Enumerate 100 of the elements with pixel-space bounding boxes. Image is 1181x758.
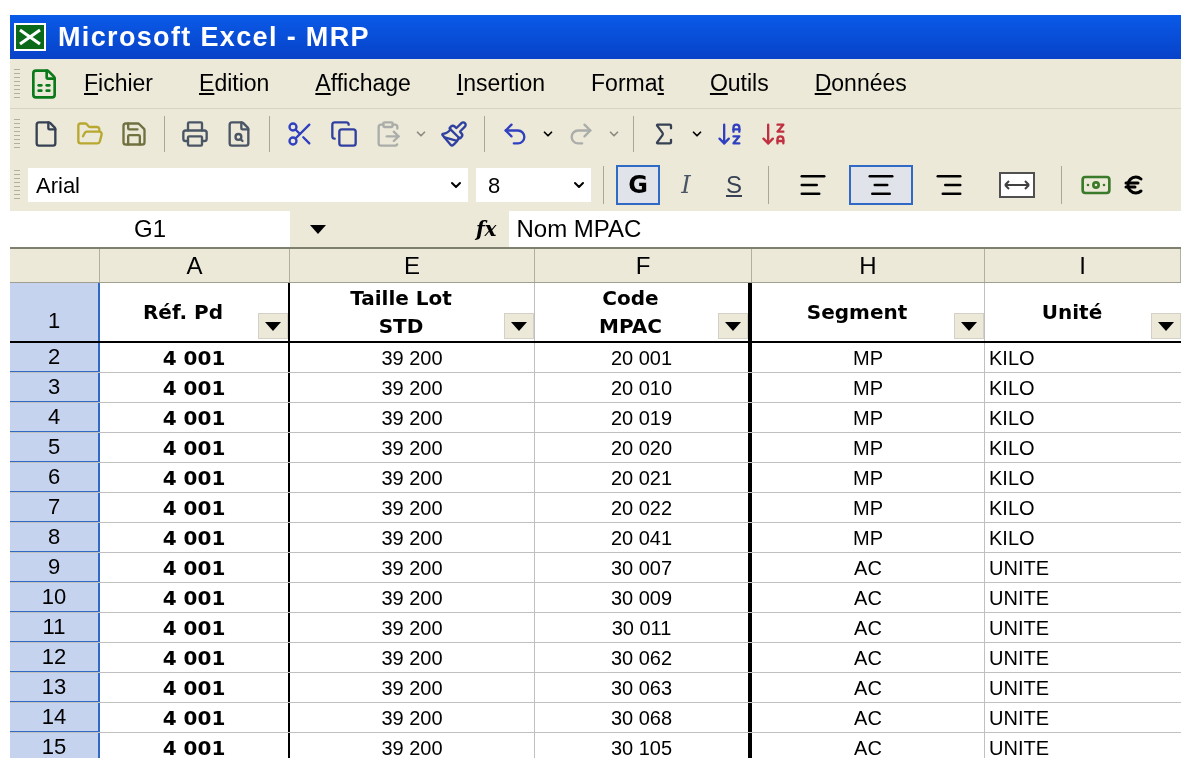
menu-item[interactable]: Insertion [456, 66, 546, 101]
row-header[interactable]: 13 [10, 673, 100, 702]
row-header[interactable]: 12 [10, 643, 100, 672]
column-header[interactable]: I [985, 249, 1181, 282]
column-header[interactable]: E [290, 249, 535, 282]
table-cell: AC [752, 613, 985, 642]
table-cell-text: KILO [988, 465, 1036, 491]
column-header[interactable]: F [535, 249, 752, 282]
table-cell: AC [752, 643, 985, 672]
table-cell: 39 200 [290, 703, 535, 732]
header-cell-text: Unité [1040, 299, 1104, 326]
table-cell: 20 019 [535, 403, 752, 432]
table-cell-text: UNITE [988, 675, 1050, 701]
filter-dropdown-button[interactable] [504, 313, 534, 339]
table-cell: 4 001 [100, 703, 290, 732]
table-cell: AC [752, 703, 985, 732]
row-header[interactable]: 1 [10, 283, 100, 341]
name-box[interactable]: G1 [10, 211, 290, 247]
row-header[interactable]: 15 [10, 733, 100, 758]
table-cell-text: KILO [988, 405, 1036, 431]
table-cell: 39 200 [290, 643, 535, 672]
merge-cells-icon [999, 172, 1035, 198]
font-size-field[interactable]: 8 [476, 168, 591, 202]
header-cell-text: Taille Lot STD [349, 285, 453, 340]
row-header[interactable]: 9 [10, 553, 100, 582]
table-cell: 39 200 [290, 493, 535, 522]
row-header[interactable]: 3 [10, 373, 100, 402]
table-cell: 39 200 [290, 463, 535, 492]
row-header[interactable]: 5 [10, 433, 100, 462]
caret-icon [511, 321, 527, 331]
row-header[interactable]: 10 [10, 583, 100, 612]
table-cell: 30 068 [535, 703, 752, 732]
header-cell-text: Réf. Pd [141, 299, 225, 326]
table-cell-text: UNITE [988, 645, 1050, 671]
menu-item[interactable]: Format [591, 66, 664, 101]
table-cell: MP [752, 373, 985, 402]
font-name-field[interactable]: Arial [28, 168, 468, 202]
align-center-button[interactable] [849, 165, 913, 205]
filter-dropdown-button[interactable] [258, 313, 288, 339]
filter-dropdown-button[interactable] [718, 313, 748, 339]
function-label[interactable]: fx [476, 214, 497, 244]
table-cell-text: KILO [988, 495, 1036, 521]
table-cell: 39 200 [290, 523, 535, 552]
table-cell: MP [752, 403, 985, 432]
row-header[interactable]: 7 [10, 493, 100, 522]
table-cell: 39 200 [290, 673, 535, 702]
font-style-button[interactable]: G [616, 165, 660, 205]
menu-item[interactable]: Fichier [84, 66, 154, 101]
table-cell-text: KILO [988, 435, 1036, 461]
caret-icon [961, 321, 977, 331]
row-header[interactable]: 2 [10, 343, 100, 372]
menu-item[interactable]: Données [814, 66, 907, 101]
table-cell: 4 001 [100, 463, 290, 492]
table-cell: 39 200 [290, 343, 535, 372]
table-cell: 30 105 [535, 733, 752, 758]
table-cell: 20 022 [535, 493, 752, 522]
filter-dropdown-button[interactable] [954, 313, 984, 339]
filter-dropdown-button[interactable] [1151, 313, 1181, 339]
table-cell: 30 011 [535, 613, 752, 642]
caret-icon[interactable] [310, 224, 326, 234]
table-cell-text: UNITE [988, 705, 1050, 731]
table-cell: 4 001 [100, 553, 290, 582]
row-header[interactable]: 14 [10, 703, 100, 732]
paintbrush-icon[interactable] [440, 120, 468, 148]
row-header[interactable]: 6 [10, 463, 100, 492]
table-cell: 20 010 [535, 373, 752, 402]
table-cell: 30 009 [535, 583, 752, 612]
table-cell: AC [752, 673, 985, 702]
column-header[interactable]: H [752, 249, 985, 282]
save-icon[interactable] [120, 120, 148, 148]
table-cell: AC [752, 583, 985, 612]
table-cell-text: UNITE [988, 585, 1050, 611]
table-cell-text: KILO [988, 525, 1036, 551]
table-cell: 20 021 [535, 463, 752, 492]
formula-field[interactable]: Nom MPAC [508, 211, 1181, 247]
table-cell: 39 200 [290, 433, 535, 462]
menu-item[interactable]: Edition [199, 66, 270, 101]
menu-item[interactable]: Affichage [315, 66, 411, 101]
column-header[interactable]: A [100, 249, 290, 282]
table-cell: 4 001 [100, 673, 290, 702]
table-cell: 20 041 [535, 523, 752, 552]
window-title: Microsoft Excel - MRP [58, 20, 370, 54]
row-header[interactable]: 11 [10, 613, 100, 642]
table-cell: 30 007 [535, 553, 752, 582]
table-cell: 4 001 [100, 583, 290, 612]
font-style-button[interactable]: S [712, 165, 756, 205]
row-header[interactable]: 8 [10, 523, 100, 552]
print-icon[interactable] [181, 120, 209, 148]
row-header[interactable]: 4 [10, 403, 100, 432]
table-cell: 39 200 [290, 613, 535, 642]
table-cell: 4 001 [100, 433, 290, 462]
table-cell: 20 020 [535, 433, 752, 462]
table-cell: 39 200 [290, 553, 535, 582]
table-cell: 4 001 [100, 493, 290, 522]
table-cell: 4 001 [100, 613, 290, 642]
menu-item[interactable]: Outils [709, 66, 769, 101]
caret-icon [265, 321, 281, 331]
font-style-button[interactable]: I [664, 165, 708, 205]
header-cell-text: Code MPAC [598, 285, 663, 340]
copy-icon[interactable] [330, 120, 358, 148]
